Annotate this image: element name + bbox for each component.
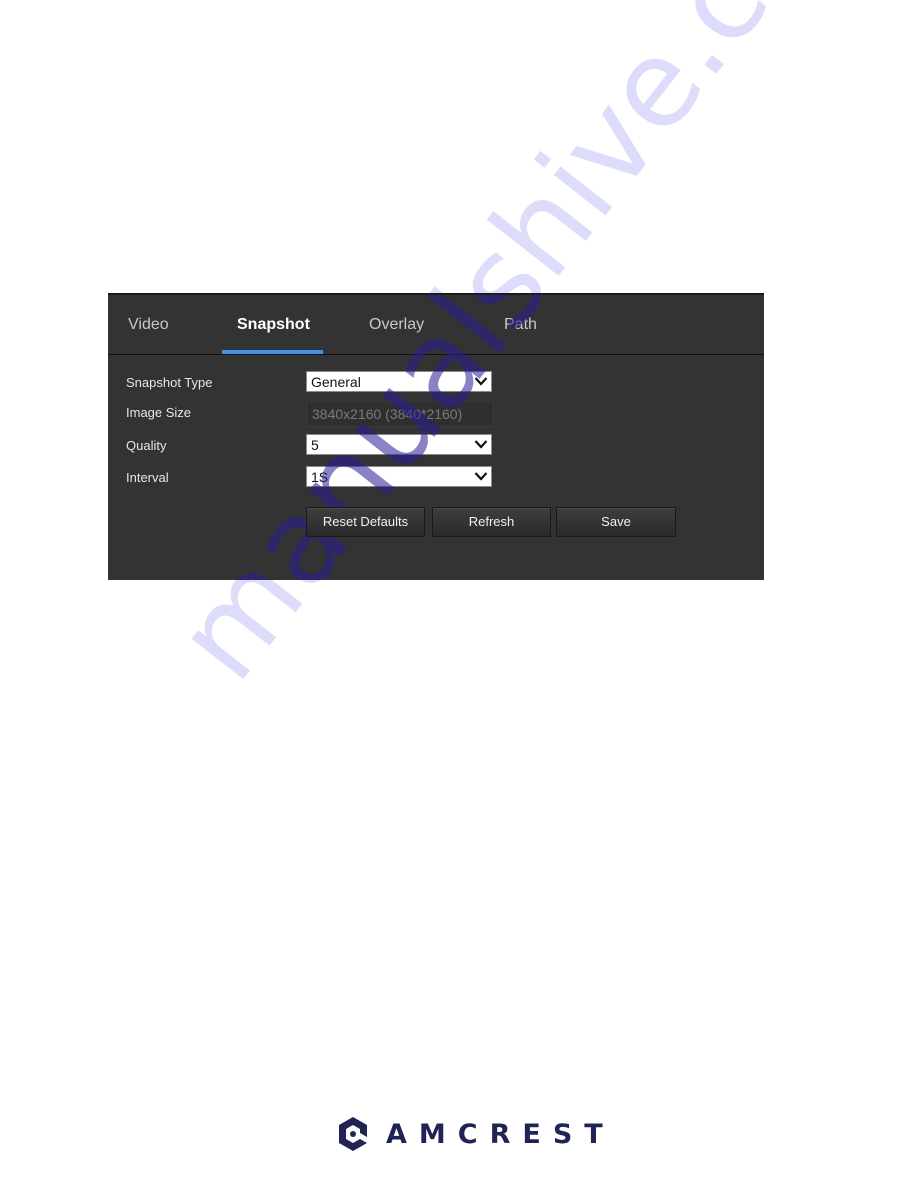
snapshot-settings-panel: Video Snapshot Overlay Path Snapshot Typ… <box>108 293 764 580</box>
image-size-field: 3840x2160 (3840*2160) <box>306 401 494 427</box>
interval-select[interactable]: 1S <box>306 466 492 487</box>
active-tab-indicator <box>222 350 323 354</box>
interval-row: Interval 1S <box>108 466 764 490</box>
chevron-down-icon <box>474 472 488 481</box>
tab-snapshot[interactable]: Snapshot <box>237 315 310 335</box>
snapshot-type-value: General <box>311 374 361 390</box>
brand-name: AMCREST <box>386 1118 615 1150</box>
tab-video[interactable]: Video <box>128 315 169 335</box>
chevron-down-icon <box>474 440 488 449</box>
save-button[interactable]: Save <box>556 507 676 537</box>
quality-label: Quality <box>126 438 167 453</box>
refresh-button[interactable]: Refresh <box>432 507 551 537</box>
tab-overlay[interactable]: Overlay <box>369 315 424 335</box>
tab-bar: Video Snapshot Overlay Path <box>108 295 764 355</box>
quality-row: Quality 5 <box>108 434 764 458</box>
snapshot-type-select[interactable]: General <box>306 371 492 392</box>
quality-select[interactable]: 5 <box>306 434 492 455</box>
image-size-value: 3840x2160 (3840*2160) <box>312 406 463 422</box>
amcrest-logo: AMCREST <box>336 1114 615 1154</box>
reset-defaults-button[interactable]: Reset Defaults <box>306 507 425 537</box>
tab-path[interactable]: Path <box>504 315 537 335</box>
quality-value: 5 <box>311 437 319 453</box>
image-size-label: Image Size <box>126 405 192 420</box>
image-size-row: Image Size 3840x2160 (3840*2160) <box>108 401 764 427</box>
snapshot-type-row: Snapshot Type General <box>108 371 764 395</box>
interval-label: Interval <box>126 470 169 485</box>
interval-value: 1S <box>311 469 329 485</box>
chevron-down-icon <box>474 377 488 386</box>
amcrest-camera-icon <box>339 1117 367 1151</box>
snapshot-type-label: Snapshot Type <box>126 375 213 390</box>
